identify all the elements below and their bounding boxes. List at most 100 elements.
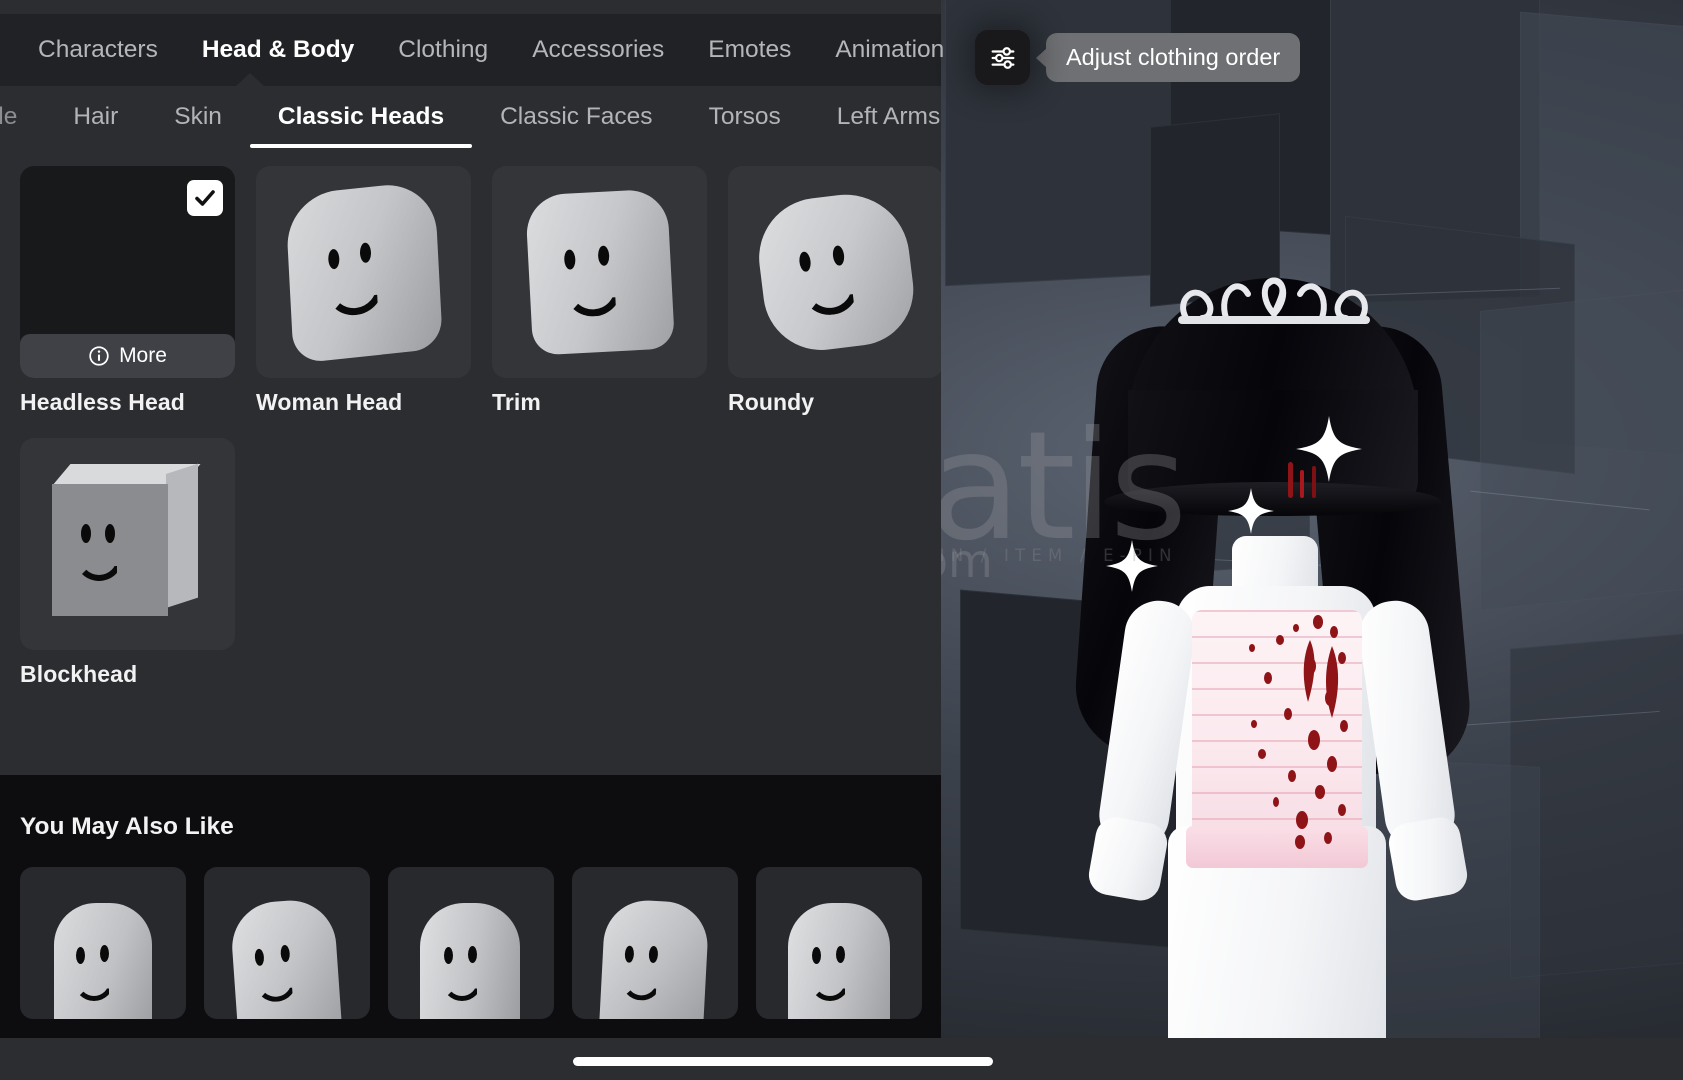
block-head-shape [48,463,208,624]
face-mouth-icon [620,977,662,1002]
face-mouth-icon [254,978,298,1004]
tab-body-style[interactable]: yle [0,86,45,148]
recommendation-card[interactable] [20,867,186,1019]
recommendations-section: You May Also Like [0,775,941,1080]
tab-characters[interactable]: Characters [16,14,180,86]
item-label: Headless Head [20,389,185,415]
primary-tab-bar: Characters Head & Body Clothing Accessor… [0,14,944,86]
item-card-roundy[interactable]: Roundy [728,166,941,416]
tab-classic-faces[interactable]: Classic Faces [472,86,680,148]
recommendation-card[interactable] [756,867,922,1019]
face-eye-icon [100,945,109,962]
roundy-head-shape [751,187,920,357]
tab-clothing[interactable]: Clothing [376,14,510,86]
item-grid: More Headless Head Woman Head Trim Round… [0,148,941,775]
check-icon [195,190,215,206]
adjust-clothing-order-tooltip: Adjust clothing order [1046,33,1301,82]
face-eye-icon [648,945,659,964]
woman-head-shape [284,180,443,364]
item-label: Roundy [728,389,815,415]
tab-emotes[interactable]: Emotes [686,14,813,86]
recommendation-card[interactable] [388,867,554,1019]
adjust-clothing-order-button[interactable] [975,30,1030,85]
sliders-icon [991,46,1014,69]
tab-accessories[interactable]: Accessories [510,14,686,86]
face-eye-icon [327,248,340,270]
face-mouth-icon [810,979,850,1001]
catalog-panel: Characters Head & Body Clothing Accessor… [0,0,944,1080]
recommendations-row [20,867,941,1019]
item-label: Trim [492,389,541,415]
face-eye-icon [797,251,812,273]
tab-skin[interactable]: Skin [146,86,250,148]
face-eye-icon [836,946,845,963]
avatar-hand-left [1085,814,1171,904]
avatar[interactable] [1000,230,1620,1080]
tab-left-arms[interactable]: Left Arms [809,86,941,148]
item-card-trim[interactable]: Trim [492,166,707,416]
trim-head-shape [524,188,675,356]
classic-head-shape [598,898,710,1019]
classic-head-shape [788,903,890,1019]
face-eye-icon [624,945,635,963]
face-eye-icon [812,947,821,964]
face-eye-icon [280,944,291,963]
item-thumbnail[interactable] [492,166,707,378]
recommendations-title: You May Also Like [20,813,234,840]
item-label: Blockhead [20,661,138,687]
recommendation-card[interactable] [204,867,370,1019]
item-more-button[interactable]: More [20,334,235,378]
home-indicator[interactable] [573,1057,993,1066]
panel-top-strip [0,0,941,14]
item-card-headless-head[interactable]: More Headless Head [20,166,235,416]
face-eye-icon [358,242,371,264]
item-card-blockhead[interactable]: Blockhead [20,438,235,688]
face-eye-icon [468,946,477,963]
tiara-icon [1178,277,1370,324]
item-thumbnail[interactable] [728,166,941,378]
face-eye-icon [563,249,576,270]
block-front-face [51,484,168,616]
item-thumbnail[interactable]: More [20,166,235,378]
item-thumbnail[interactable] [20,438,235,650]
item-grid-row: More Headless Head Woman Head Trim Round… [0,166,941,416]
block-side-face [165,463,198,608]
classic-head-shape [54,903,152,1019]
secondary-tab-bar: yle Hair Skin Classic Heads Classic Face… [0,86,941,148]
recommendation-card[interactable] [572,867,738,1019]
face-eye-icon [76,947,85,964]
item-thumbnail[interactable] [256,166,471,378]
face-eye-icon [254,948,265,967]
item-grid-row: Blockhead [0,438,941,688]
item-selected-checkbox[interactable] [187,180,223,216]
face-mouth-icon [442,979,482,1001]
active-tab-caret-icon [236,73,264,86]
face-mouth-icon [325,282,385,319]
sparkle-icon [1106,540,1158,592]
classic-head-shape [229,897,343,1019]
face-eye-icon [80,524,91,543]
item-card-woman-head[interactable]: Woman Head [256,166,471,416]
face-mouth-icon [74,556,123,581]
item-label: Woman Head [256,389,403,415]
face-eye-icon [104,524,115,543]
face-eye-icon [597,245,610,267]
face-mouth-icon [563,284,623,318]
blood-drip [1288,462,1293,498]
sparkle-icon [1296,416,1362,482]
avatar-hand-right [1385,814,1471,904]
classic-head-shape [420,903,520,1019]
tab-classic-heads[interactable]: Classic Heads [249,86,473,148]
item-more-label: More [119,344,167,367]
tab-torsos[interactable]: Torsos [681,86,809,148]
face-eye-icon [831,244,845,267]
tab-head-and-body[interactable]: Head & Body [180,14,376,86]
tab-animation[interactable]: Animation [813,14,966,86]
blood-splatter [1249,615,1348,849]
tab-hair[interactable]: Hair [45,86,146,148]
sparkle-icon [1228,488,1274,534]
face-mouth-icon [800,281,862,319]
face-mouth-icon [74,979,114,1001]
info-icon [89,346,109,366]
face-eye-icon [444,947,453,964]
